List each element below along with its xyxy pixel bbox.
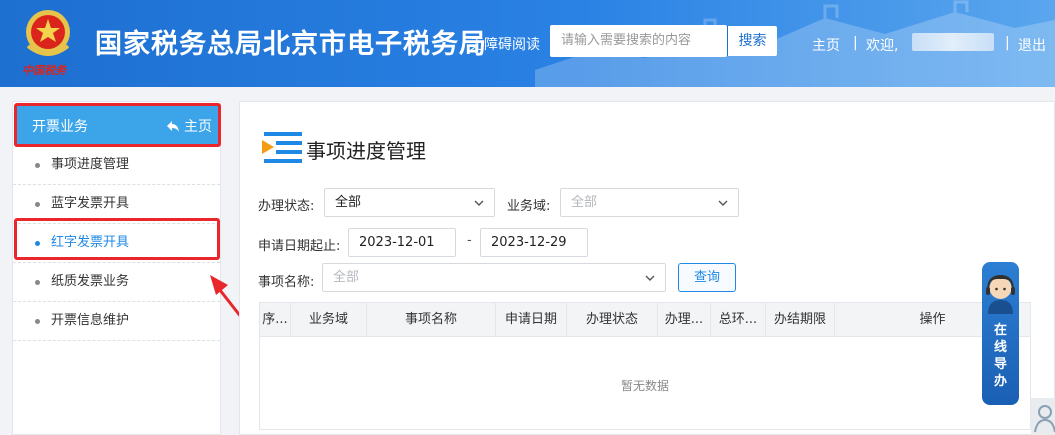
progress-table: 序... 业务域 事项名称 申请日期 办理状态 办理... 总环... 办结期限…: [259, 302, 1031, 430]
welcome-text: 欢迎,: [866, 38, 899, 54]
highlight-box-header: [14, 103, 221, 147]
query-button[interactable]: 查询: [678, 263, 736, 292]
domain-label: 业务域:: [507, 199, 551, 214]
item-name-label: 事项名称:: [258, 275, 315, 290]
sidebar: 开票业务 主页 事项进度管理 蓝字发票开具 红字发票开具 纸质发票业务 开票信息…: [12, 101, 221, 435]
accessibility-link[interactable]: 无障碍阅读: [470, 34, 540, 54]
table-header-row: 序... 业务域 事项名称 申请日期 办理状态 办理... 总环... 办结期限…: [260, 303, 1030, 337]
sidebar-item-label: 事项进度管理: [51, 157, 130, 172]
home-link[interactable]: 主页: [812, 35, 840, 55]
chevron-down-icon: [474, 200, 484, 206]
status-select[interactable]: 全部: [324, 188, 495, 217]
search-input[interactable]: 请输入需要搜索的内容: [550, 25, 727, 57]
site-header: 中国税务 国家税务总局北京市电子税务局 无障碍阅读 请输入需要搜索的内容 搜索 …: [0, 0, 1055, 87]
sidebar-item-progress[interactable]: 事项进度管理: [13, 146, 220, 185]
bullet-icon: [35, 163, 40, 168]
nav-separator: |: [853, 35, 858, 51]
customer-service-avatar-icon: [986, 274, 1015, 314]
list-progress-icon: [262, 132, 302, 163]
bullet-icon: [35, 280, 40, 285]
column-header[interactable]: 序...: [260, 303, 291, 337]
date-start-input[interactable]: 2023-12-01: [348, 228, 456, 257]
tax-emblem-icon: [26, 10, 70, 56]
status-select-value: 全部: [335, 195, 362, 210]
redacted-username: [912, 33, 994, 51]
sidebar-item-label: 蓝字发票开具: [51, 196, 130, 211]
online-guide-button[interactable]: 在线导办: [982, 262, 1019, 405]
site-title: 国家税务总局北京市电子税务局: [95, 29, 487, 60]
empty-state-text: 暂无数据: [620, 379, 669, 393]
sidebar-item-invoice-info[interactable]: 开票信息维护: [13, 302, 220, 341]
domain-select-value: 全部: [571, 195, 598, 210]
column-header[interactable]: 办结期限: [766, 303, 835, 337]
bullet-icon: [35, 319, 40, 324]
nav-separator: |: [1005, 35, 1010, 51]
main-panel: 事项进度管理 办理状态: 全部 业务域: 全部 申请日期起止: 2023-12-…: [239, 101, 1055, 435]
person-icon: [1034, 405, 1055, 433]
page-title: 事项进度管理: [306, 139, 426, 163]
date-end-input[interactable]: 2023-12-29: [480, 228, 588, 257]
date-separator: -: [467, 233, 472, 248]
sidebar-item-label: 开票信息维护: [51, 313, 130, 328]
column-header[interactable]: 办理状态: [567, 303, 658, 337]
user-profile-icon[interactable]: [1031, 398, 1055, 435]
date-range-label: 申请日期起止:: [258, 239, 341, 254]
online-guide-label: 在线导办: [993, 323, 1007, 389]
status-label: 办理状态:: [258, 199, 315, 214]
logout-link[interactable]: 退出: [1018, 35, 1046, 55]
chevron-down-icon: [645, 275, 655, 281]
emblem-caption: 中国税务: [22, 64, 66, 77]
column-header[interactable]: 业务域: [291, 303, 367, 337]
search-button[interactable]: 搜索: [727, 26, 777, 56]
item-name-select[interactable]: 全部: [322, 263, 666, 292]
column-header[interactable]: 办理...: [658, 303, 711, 337]
chevron-down-icon: [718, 200, 728, 206]
highlight-box-red-invoice: [14, 218, 220, 260]
bullet-icon: [35, 202, 40, 207]
domain-select[interactable]: 全部: [560, 188, 739, 217]
sidebar-item-label: 纸质发票业务: [51, 274, 130, 289]
sidebar-item-paper-invoice[interactable]: 纸质发票业务: [13, 263, 220, 302]
column-header[interactable]: 申请日期: [496, 303, 567, 337]
item-name-select-value: 全部: [333, 270, 360, 285]
column-header[interactable]: 总环...: [711, 303, 766, 337]
column-header[interactable]: 事项名称: [367, 303, 496, 337]
